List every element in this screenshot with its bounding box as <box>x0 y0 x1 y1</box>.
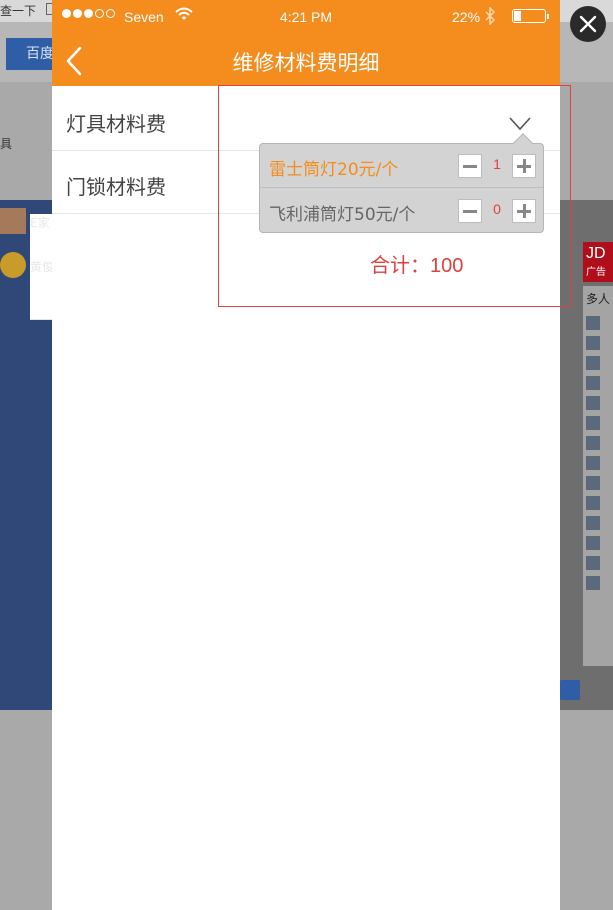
background-contact-avatar <box>586 356 600 370</box>
background-contact-avatar <box>586 456 600 470</box>
background-topbar-text: 查一下 <box>0 4 37 18</box>
battery-level <box>514 11 521 21</box>
background-contact-avatar <box>586 436 600 450</box>
navigation-bar: 维修材料费明细 <box>52 34 560 86</box>
qq-penguin-icon <box>0 252 26 278</box>
battery-percent: 22% <box>452 9 481 25</box>
jd-text: JD <box>586 245 606 262</box>
background-contact-list: 多人 <box>583 286 613 666</box>
background-contact-avatar <box>586 396 600 410</box>
background-contact-avatar <box>586 476 600 490</box>
background-chat-panel: E家 黄俊 <box>0 200 538 710</box>
background-contact-avatar <box>586 336 600 350</box>
background-contact-avatar <box>586 576 600 590</box>
status-bar: Seven 4:21 PM 22% <box>52 0 560 34</box>
background-baidu-button: 百度 <box>6 38 58 70</box>
jd-subtext: 广告 <box>586 267 606 278</box>
bluetooth-icon <box>485 7 496 25</box>
close-icon <box>579 15 597 33</box>
close-button[interactable] <box>570 6 606 42</box>
background-dropdown-button <box>560 680 580 700</box>
background-contact-avatar <box>586 376 600 390</box>
background-contact-avatar <box>586 516 600 530</box>
background-contact-avatar <box>586 416 600 430</box>
background-contact-avatar <box>586 316 600 330</box>
highlight-frame <box>218 85 571 307</box>
page-title: 维修材料费明细 <box>232 51 380 75</box>
background-contact-avatar <box>586 536 600 550</box>
background-left-text: 具 <box>0 137 13 151</box>
background-avatar <box>0 208 26 234</box>
background-contact-avatar <box>586 496 600 510</box>
list-item-label: 灯具材料费 <box>66 112 166 136</box>
background-contact-avatar <box>586 556 600 570</box>
list-item-label: 门锁材料费 <box>66 175 166 199</box>
battery-icon <box>512 9 549 23</box>
background-list-title: 多人 <box>586 292 611 306</box>
background-jd-badge: JD 广告 <box>583 242 613 282</box>
